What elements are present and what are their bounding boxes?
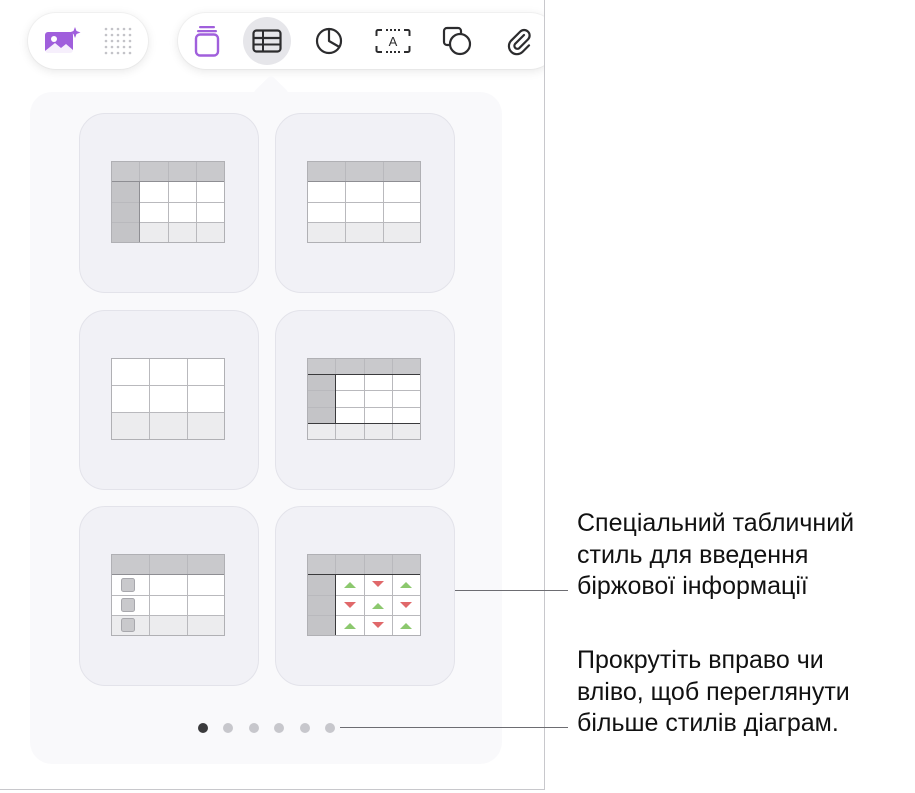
stock-style-callout: Спеціальний табличний стиль для введення… — [577, 508, 854, 603]
callout-leader-line — [455, 590, 568, 591]
table-icon — [252, 29, 282, 53]
table-preview-icon — [111, 161, 225, 243]
page-dot-3[interactable] — [249, 723, 259, 733]
page-dot-6[interactable] — [325, 723, 335, 733]
table-style-checklist[interactable] — [79, 506, 259, 686]
page-dot-4[interactable] — [274, 723, 284, 733]
attachment-button[interactable] — [495, 17, 543, 65]
text-box-icon: A — [375, 29, 411, 53]
callout-line: більше стилів діаграм. — [577, 709, 839, 737]
table-button[interactable] — [243, 17, 291, 65]
callout-line: біржової інформації — [577, 572, 808, 600]
page-dot-2[interactable] — [223, 723, 233, 733]
pie-chart-icon — [315, 27, 343, 55]
dot-grid-icon — [104, 27, 132, 55]
callout-line: вліво, щоб переглянути — [577, 677, 850, 706]
shapes-stack-button[interactable] — [183, 17, 231, 65]
scroll-hint-callout: Прокрутіть вправо чи вліво, щоб переглян… — [577, 645, 850, 740]
paperclip-icon — [507, 28, 531, 56]
shape-button[interactable] — [433, 17, 481, 65]
insert-image-button[interactable] — [38, 17, 86, 65]
table-style-header-row-and-column[interactable] — [79, 113, 259, 293]
shapes-stack-icon — [194, 26, 220, 57]
page-dot-1[interactable] — [198, 723, 208, 733]
table-preview-icon — [307, 554, 421, 636]
page-dot-5[interactable] — [300, 723, 310, 733]
table-panel: A — [0, 0, 545, 790]
callout-line: Прокрутіть вправо чи — [577, 646, 824, 674]
table-preview-icon — [307, 161, 421, 243]
table-preview-icon — [307, 358, 421, 440]
table-style-header-row[interactable] — [275, 113, 455, 293]
callout-line: стиль для введення — [577, 540, 809, 569]
table-style-plain[interactable] — [79, 310, 259, 490]
table-preview-icon — [111, 554, 225, 636]
grid-button[interactable] — [94, 17, 142, 65]
table-style-stock[interactable] — [275, 506, 455, 686]
callout-leader-line — [340, 727, 568, 728]
image-sparkle-icon — [45, 27, 81, 53]
chart-button[interactable] — [305, 17, 353, 65]
svg-text:A: A — [389, 34, 398, 49]
text-box-button[interactable]: A — [369, 17, 417, 65]
callout-line: Спеціальний табличний — [577, 509, 855, 537]
shape-icon — [442, 26, 472, 56]
media-toolbar — [28, 13, 148, 69]
table-style-header-row-column-footer[interactable] — [275, 310, 455, 490]
insert-toolbar: A — [178, 13, 544, 69]
table-preview-icon — [111, 358, 225, 440]
